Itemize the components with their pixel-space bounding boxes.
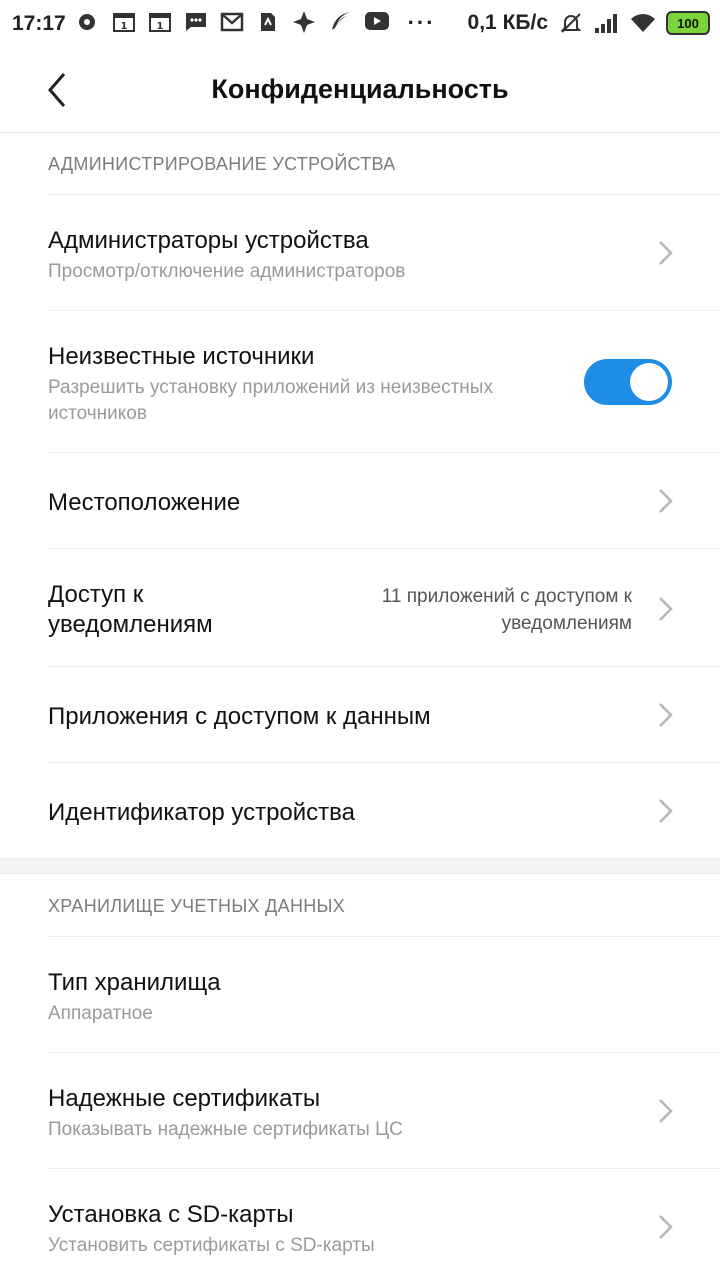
install-from-sd-item[interactable]: Установка с SD-карты Установить сертифик… [48,1168,720,1281]
notification-access-title-line1: Доступ к [48,581,144,608]
trusted-certificates-title: Надежные сертификаты [48,1085,321,1112]
svg-text:1: 1 [121,21,128,32]
chevron-right-icon [659,1215,673,1239]
notification-access-value-line2: уведомлениям [501,613,632,634]
device-admins-title: Администраторы устройства [48,227,369,254]
youtube-icon [364,10,390,36]
data-access-apps-item[interactable]: Приложения с доступом к данным [48,666,720,763]
wifi-icon [630,10,656,36]
notification-access-value-line1: 11 приложений с доступом к [381,586,632,607]
trusted-certificates-item[interactable]: Надежные сертификаты Показывать надежные… [48,1052,720,1169]
install-from-sd-title: Установка с SD-карты [48,1201,294,1228]
sparkle-icon [292,10,318,36]
device-id-title: Идентификатор устройства [48,799,355,826]
chevron-right-icon [659,799,673,823]
unknown-sources-subtitle-line2: источников [48,403,147,424]
notification-access-title-line2: уведомлениям [48,611,213,638]
chevron-right-icon [659,1099,673,1123]
unknown-sources-subtitle-line1: Разрешить установку приложений из неизве… [48,377,493,398]
mail-icon [220,10,246,36]
section-header-credentials: ХРАНИЛИЩЕ УЧЕТНЫХ ДАННЫХ [48,896,346,916]
unknown-sources-item[interactable]: Неизвестные источники Разрешить установк… [48,310,720,453]
calendar-icon: 1 [112,10,138,36]
section-divider [0,858,720,874]
svg-text:1: 1 [157,21,164,32]
app-header: Конфиденциальность [0,48,720,133]
chevron-right-icon [659,597,673,621]
headset-icon [76,10,102,36]
toggle-knob [630,363,668,401]
feather-icon [328,10,354,36]
chevron-right-icon [659,489,673,513]
alarm-off-icon [558,10,584,36]
section-header-device-admin: АДМИНИСТРИРОВАНИЕ УСТРОЙСТВА [48,154,396,174]
network-speed: 0,1 КБ/с [467,11,548,34]
trusted-certificates-subtitle: Показывать надежные сертификаты ЦС [48,1119,403,1140]
storage-type-title: Тип хранилища [48,969,221,996]
status-time: 17:17 [12,12,66,35]
battery-icon: 100 [666,11,710,35]
system-indicators: ··· 0,1 КБ/с 100 [408,10,710,36]
file-icon [256,10,282,36]
unknown-sources-title: Неизвестные источники [48,343,315,370]
calendar-icon: 1 [148,10,174,36]
storage-type-item: Тип хранилища Аппаратное [48,936,720,1053]
status-bar: 17:17 1 1 ··· 0,1 КБ/с 100 [0,0,720,48]
chevron-right-icon [659,703,673,727]
location-item[interactable]: Местоположение [48,452,720,549]
device-id-item[interactable]: Идентификатор устройства [48,762,720,859]
device-admins-subtitle: Просмотр/отключение администраторов [48,261,406,282]
notification-access-item[interactable]: Доступ к уведомлениям 11 приложений с до… [48,548,720,667]
device-admins-item[interactable]: Администраторы устройства Просмотр/отклю… [48,194,720,311]
more-notifications-indicator: ··· [407,10,436,35]
page-title: Конфиденциальность [211,74,509,104]
install-from-sd-subtitle: Установить сертификаты с SD-карты [48,1235,375,1256]
data-access-apps-title: Приложения с доступом к данным [48,703,431,730]
notification-icons: 1 1 [76,10,390,36]
location-title: Местоположение [48,489,241,516]
message-icon [184,10,210,36]
signal-icon [594,10,620,36]
unknown-sources-toggle[interactable] [584,359,672,405]
storage-type-subtitle: Аппаратное [48,1003,153,1024]
chevron-right-icon [659,241,673,265]
